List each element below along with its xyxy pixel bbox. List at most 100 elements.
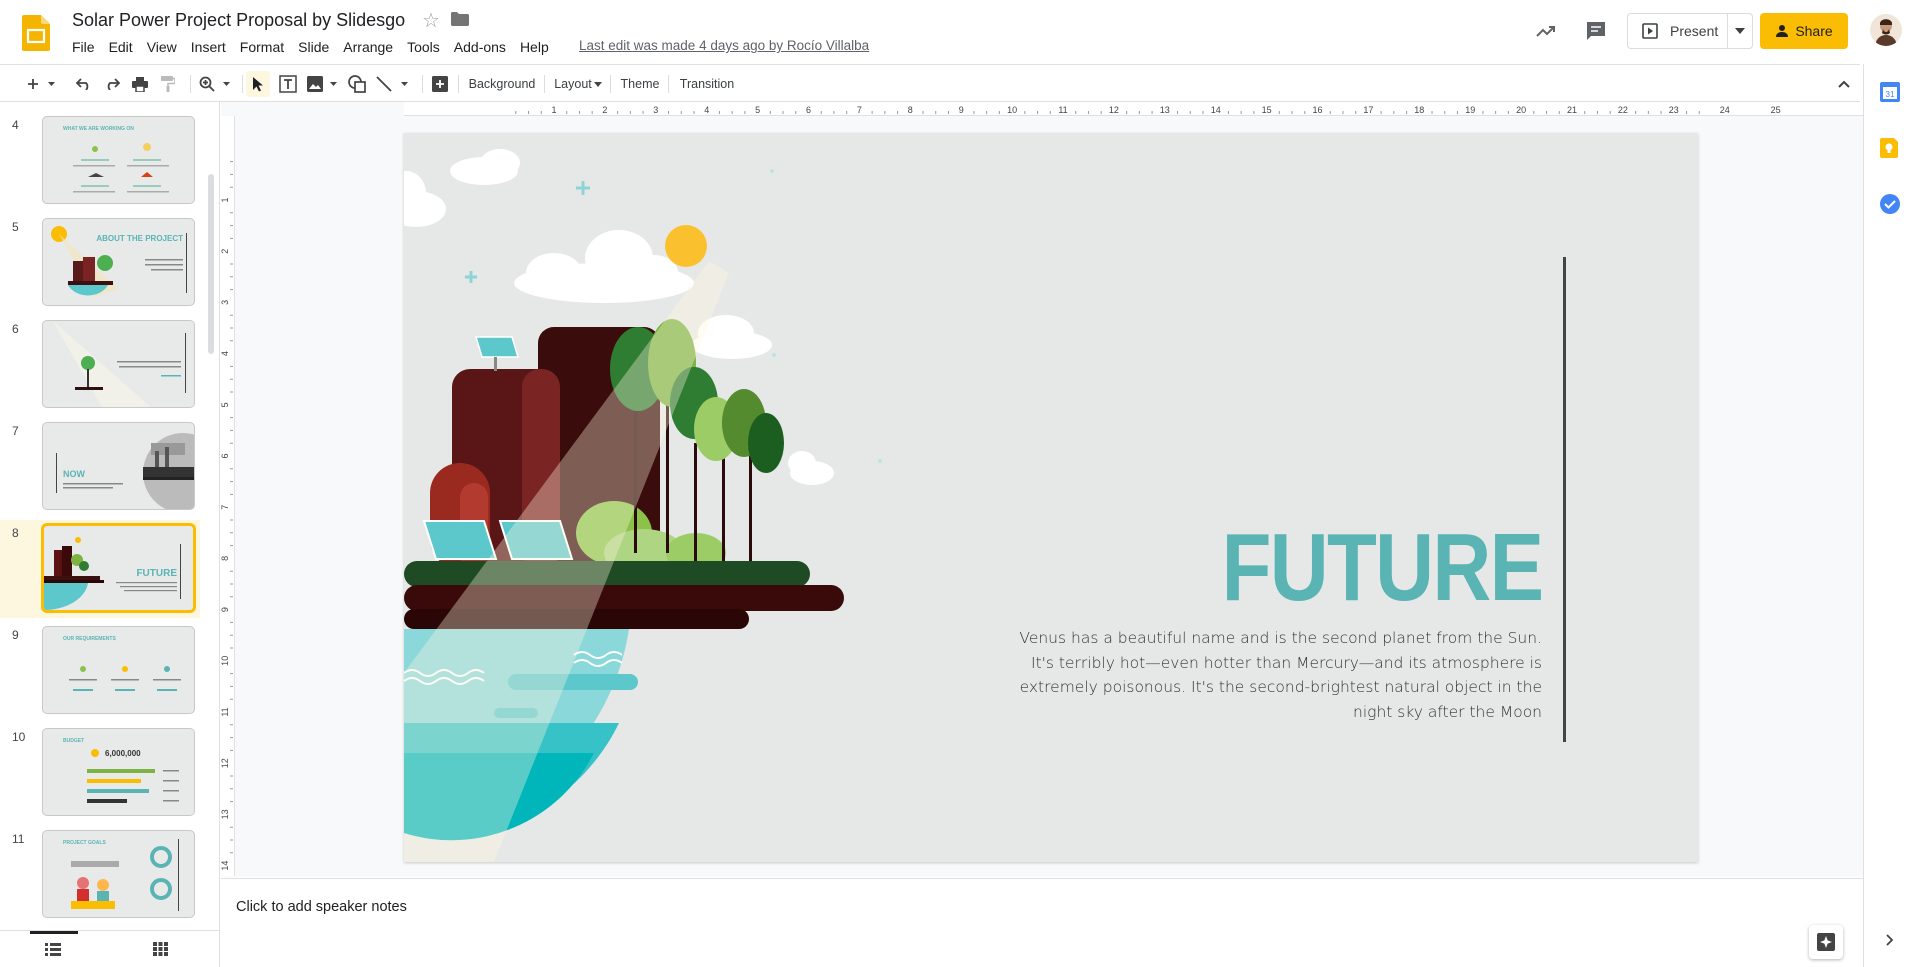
- speaker-notes-placeholder[interactable]: Click to add speaker notes: [236, 899, 407, 915]
- grid-view-icon[interactable]: [153, 942, 168, 956]
- ruler-label: 9: [221, 607, 230, 612]
- menu-file[interactable]: File: [65, 37, 102, 57]
- slide-body-text[interactable]: Venus has a beautiful name and is the se…: [1002, 626, 1542, 724]
- slide-thumbnail-text: FUTURE: [136, 568, 177, 579]
- slides-logo-icon[interactable]: [22, 15, 50, 51]
- folder-icon[interactable]: [451, 12, 469, 26]
- menu-format[interactable]: Format: [233, 37, 291, 57]
- activity-trend-icon[interactable]: [1534, 19, 1558, 43]
- redo-button[interactable]: [100, 71, 124, 97]
- transition-button[interactable]: Transition: [674, 71, 740, 97]
- ruler-label: 8: [221, 556, 230, 561]
- slide-number: 4: [12, 118, 19, 132]
- theme-button[interactable]: Theme: [616, 71, 664, 97]
- explore-star-icon: [1817, 933, 1835, 951]
- slide-number: 10: [12, 730, 26, 744]
- ruler-label: 24: [1720, 105, 1730, 115]
- shape-button[interactable]: [345, 71, 369, 97]
- ruler-label: 7: [221, 505, 230, 510]
- ruler-label: 7: [857, 105, 862, 115]
- paint-format-button[interactable]: [156, 71, 180, 97]
- toolbar-separator: [242, 75, 243, 93]
- insert-comment-button[interactable]: [428, 71, 452, 97]
- text-box-button[interactable]: [275, 71, 301, 97]
- slide-thumbnail-11[interactable]: PROJECT GOALS: [42, 830, 195, 918]
- comments-icon[interactable]: [1584, 19, 1608, 43]
- ruler-label: 4: [221, 351, 230, 356]
- ruler-label: 5: [755, 105, 760, 115]
- menu-add-ons[interactable]: Add-ons: [447, 37, 513, 57]
- chevron-right-icon[interactable]: [1886, 934, 1894, 946]
- star-icon[interactable]: ☆: [422, 8, 440, 33]
- line-button[interactable]: [374, 71, 414, 97]
- undo-button[interactable]: [72, 71, 96, 97]
- chevron-down-icon: [593, 81, 602, 87]
- solar-illustration: [404, 149, 882, 862]
- slide-thumbnail-text: NOW: [63, 469, 86, 479]
- slide-thumbnail-10[interactable]: BUDGET 6,000,000: [42, 728, 195, 816]
- menu-tools[interactable]: Tools: [400, 37, 447, 57]
- present-icon: [1642, 23, 1658, 39]
- layout-button[interactable]: Layout: [550, 71, 606, 97]
- explore-button[interactable]: [1809, 925, 1843, 959]
- filmstrip-view-switcher: [0, 930, 220, 967]
- background-button[interactable]: Background: [464, 71, 540, 97]
- calendar-icon[interactable]: 31: [1880, 82, 1900, 102]
- select-tool-button[interactable]: [246, 71, 270, 97]
- vertical-ruler[interactable]: 1234567891011121314: [221, 116, 235, 876]
- ruler-label: 6: [806, 105, 811, 115]
- document-title[interactable]: Solar Power Project Proposal by Slidesgo: [72, 10, 405, 31]
- menu-slide[interactable]: Slide: [291, 37, 336, 57]
- tasks-icon[interactable]: [1880, 194, 1900, 214]
- slide-thumbnail-5[interactable]: ABOUT THE PROJECT: [42, 218, 195, 306]
- ruler-label: 2: [221, 249, 230, 254]
- slide-filmstrip: 4 WHAT WE ARE WORKING ON 5 ABOUT THE PRO…: [0, 102, 220, 930]
- present-options-button[interactable]: [1728, 28, 1752, 34]
- present-button-group: Present: [1627, 13, 1753, 49]
- paint-roller-icon: [161, 76, 175, 92]
- ruler-label: 12: [221, 758, 230, 768]
- present-button[interactable]: Present: [1628, 14, 1728, 48]
- print-button[interactable]: [128, 71, 152, 97]
- line-icon: [376, 76, 408, 92]
- slide-canvas-area: 1 2 3 4 5 6 7 8 9 10 11 12 13 14 15 16 17 18 19 20 21 22 23 24 2…: [221, 102, 1864, 884]
- menu-view[interactable]: View: [140, 37, 184, 57]
- share-button[interactable]: Share: [1760, 13, 1848, 49]
- account-avatar[interactable]: [1870, 14, 1902, 46]
- insert-image-button[interactable]: [305, 71, 341, 97]
- new-slide-button[interactable]: [24, 71, 60, 97]
- filmstrip-scrollbar[interactable]: [208, 174, 214, 354]
- zoom-button[interactable]: [196, 71, 236, 97]
- slide-number: 7: [12, 424, 19, 438]
- menu-help[interactable]: Help: [513, 37, 556, 57]
- ruler-label: 9: [959, 105, 964, 115]
- last-edit-link[interactable]: Last edit was made 4 days ago by Rocío V…: [579, 38, 869, 53]
- slide-thumbnail-9[interactable]: OUR REQUIREMENTS: [42, 626, 195, 714]
- menu-insert[interactable]: Insert: [184, 37, 233, 57]
- slide-thumbnail-8[interactable]: FUTURE: [42, 524, 195, 612]
- current-slide[interactable]: FUTURE Venus has a beautiful name and is…: [404, 133, 1698, 862]
- keep-notes-icon[interactable]: [1880, 138, 1900, 158]
- menu-arrange[interactable]: Arrange: [336, 37, 400, 57]
- slide-thumbnail-4[interactable]: WHAT WE ARE WORKING ON: [42, 116, 195, 204]
- ruler-label: 6: [221, 453, 230, 458]
- filmstrip-view-icon[interactable]: [45, 942, 61, 956]
- horizontal-ruler[interactable]: 1 2 3 4 5 6 7 8 9 10 11 12 13 14 15 16 17 18 19 20 21 22 23 24 2…: [404, 102, 1864, 116]
- ruler-label: 17: [1363, 105, 1373, 115]
- speaker-notes-panel[interactable]: Click to add speaker notes: [221, 878, 1863, 967]
- collapse-toolbar-button[interactable]: [1832, 71, 1856, 97]
- slide-thumbnail-6[interactable]: [42, 320, 195, 408]
- slide-thumbnail-7[interactable]: NOW: [42, 422, 195, 510]
- ruler-label: 2: [602, 105, 607, 115]
- vertical-divider-line: [1563, 257, 1566, 742]
- slide-number: 11: [12, 832, 25, 846]
- ruler-label: 23: [1669, 105, 1679, 115]
- top-bar: Solar Power Project Proposal by Slidesgo…: [0, 0, 1915, 64]
- menu-edit[interactable]: Edit: [102, 37, 140, 57]
- ruler-label: 11: [1058, 105, 1067, 115]
- slide-title[interactable]: FUTURE: [1221, 513, 1543, 623]
- chevron-up-icon: [1838, 80, 1850, 88]
- slides-app: Solar Power Project Proposal by Slidesgo…: [0, 0, 1915, 967]
- add-comment-icon: [432, 76, 448, 92]
- ruler-label: 25: [1771, 105, 1781, 115]
